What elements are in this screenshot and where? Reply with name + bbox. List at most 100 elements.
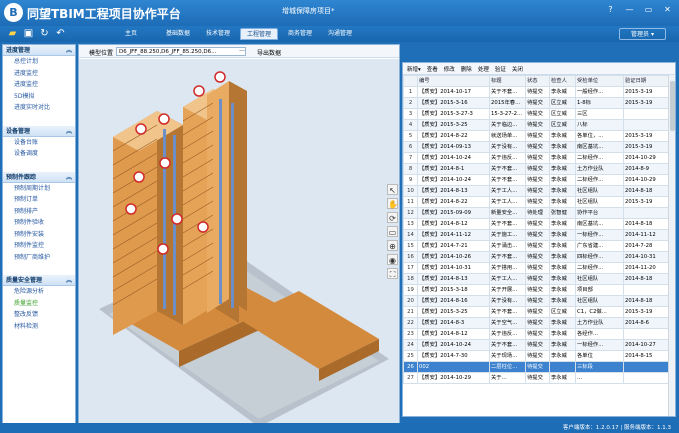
sidebar-group-schedule[interactable]: 进度管理 ︽ xyxy=(3,45,75,56)
table-cell: 待提交 xyxy=(525,141,550,153)
sidebar-item-prefab-order[interactable]: 预制订单 xyxy=(3,194,75,206)
process-button[interactable]: 处理 xyxy=(478,65,489,73)
sidebar-item-prefab-acceptance[interactable]: 预制件验收 xyxy=(3,217,75,229)
table-row[interactable]: 18 【质安】2014-8-13 关于工人... 待提交 李永威 社区组队 2014-8-1… xyxy=(403,273,670,285)
table-row[interactable]: 2 【质安】2015-3-16 2015年春... 待提交 区立威 1-8标 2015-3-… xyxy=(403,97,670,109)
sidebar-item-progress-monitor[interactable]: 进度监控 xyxy=(3,79,75,91)
table-row[interactable]: 26 002 二层柱位... 待提交 三标段 xyxy=(403,361,670,373)
fit-view-icon[interactable]: ⛶ xyxy=(387,268,398,279)
table-row[interactable]: 4 【质安】2015-3-25 关于临边... 待提交 区立威 八标 xyxy=(403,119,670,131)
maximize-button[interactable]: ▭ xyxy=(641,4,656,16)
help-button[interactable]: ? xyxy=(603,4,618,16)
tab-communication-management[interactable]: 沟通管理 xyxy=(322,28,358,40)
column-header-status[interactable]: 状态 xyxy=(525,75,550,87)
sidebar-item-material-test[interactable]: 材料检测 xyxy=(3,321,75,333)
export-data-button[interactable]: 导出数据 xyxy=(257,48,281,57)
table-row[interactable]: 17 【质安】2014-10-31 关于搭用... 待提交 李永威 二标经作... 2014… xyxy=(403,262,670,274)
zoom-icon[interactable]: ⊕ xyxy=(387,240,398,251)
sidebar-item-5d-simulation[interactable]: 5D模拟 xyxy=(3,91,75,103)
edit-button[interactable]: 修改 xyxy=(444,65,455,73)
table-row[interactable]: 20 【质安】2014-8-16 关于没有... 待提交 李永威 社区组队 2014-8-1… xyxy=(403,295,670,307)
ellipsis-icon[interactable]: ··· xyxy=(238,47,246,56)
table-cell: 13 xyxy=(403,218,418,230)
table-cell: 社区组队 xyxy=(575,273,624,285)
hand-pan-icon[interactable]: ✋ xyxy=(387,198,398,209)
tab-business-management[interactable]: 商务管理 xyxy=(282,28,318,40)
orbit-icon[interactable]: ◉ xyxy=(387,254,398,265)
sidebar-item-equipment-ledger[interactable]: 设备台账 xyxy=(3,137,75,149)
admin-user-dropdown[interactable]: 管理员 ▾ xyxy=(619,28,666,40)
save-icon[interactable]: ▣ xyxy=(22,27,35,40)
sidebar-item-hazard-analysis[interactable]: 危险源分析 xyxy=(3,286,75,298)
sidebar-group-quality-safety[interactable]: 质量安全管理 ︽ xyxy=(3,275,75,286)
sidebar-item-quality-monitor[interactable]: 质量监控 xyxy=(3,298,75,310)
refresh-icon[interactable]: ↻ xyxy=(38,27,51,40)
column-header-unit[interactable]: 受检单位 xyxy=(575,75,624,87)
sidebar-item-progress-report[interactable]: 进度监控 xyxy=(3,68,75,80)
rotate-icon[interactable]: ⟳ xyxy=(387,212,398,223)
sidebar-group-equipment[interactable]: 设备管理 ︽ xyxy=(3,125,75,137)
sidebar-item-equipment-dispatch[interactable]: 设备调度 xyxy=(3,148,75,160)
select-arrow-icon[interactable]: ↖ xyxy=(387,184,398,195)
table-cell: 关于不套... xyxy=(489,86,526,98)
table-row[interactable]: 22 【质安】2014-8-3 关于空气... 待提交 李永威 土方作业队 2014-8-6 xyxy=(403,317,670,329)
table-row[interactable]: 12 【质安】2015-09-09 新量安全... 待处理 张智健 协作平台 xyxy=(403,207,670,219)
table-row[interactable]: 13 【质安】2014-8-12 关于不套... 待提交 李永威 南区基坑... 2014-… xyxy=(403,218,670,230)
sidebar-group-prefab-tracking[interactable]: 预制件跟踪 ︽ xyxy=(3,171,75,183)
table-row[interactable]: 19 【质安】2015-3-18 关于开展... 待提交 李永威 项目部 xyxy=(403,284,670,296)
sidebar-item-prefab-scheduling[interactable]: 预制排产 xyxy=(3,206,75,218)
table-cell xyxy=(623,207,670,219)
sidebar-item-prefab-vendor[interactable]: 预制厂商维护 xyxy=(3,252,75,264)
version-info: 客户端版本：1.2.0.17 | 服务端版本：1.1.3 xyxy=(562,425,671,431)
sidebar-item-progress-compare[interactable]: 进度实时对比 xyxy=(3,102,75,114)
column-header-verify-date[interactable]: 验证日期 xyxy=(623,75,670,87)
delete-button[interactable]: 删除 xyxy=(461,65,472,73)
sidebar-item-master-plan[interactable]: 总控计划 xyxy=(3,56,75,68)
table-row[interactable]: 1 【质安】2014-10-17 关于不套... 待提交 李永威 一般经作... 2015-… xyxy=(403,86,670,98)
table-row[interactable]: 15 【质安】2014-7-21 关于涌击... 待提交 李永威 广东省建... 2014-… xyxy=(403,240,670,252)
bim-3d-viewport[interactable] xyxy=(79,59,399,426)
table-row[interactable]: 23 【质安】2014-8-12 关于违反... 待提交 李永威 各经作... xyxy=(403,328,670,340)
table-row[interactable]: 27 【质安】2014-10-29 关于... 待提交 李永威... xyxy=(403,372,670,384)
view-button[interactable]: 查看 xyxy=(427,65,438,73)
verify-button[interactable]: 验证 xyxy=(495,65,506,73)
camera-icon[interactable]: ▭ xyxy=(387,226,398,237)
close-button[interactable]: ✕ xyxy=(660,4,675,16)
table-row[interactable]: 14 【质安】2014-11-12 关于施工... 待提交 李永威 一标经作... 2014… xyxy=(403,229,670,241)
table-cell xyxy=(623,361,670,373)
table-cell: 三区 xyxy=(575,108,624,120)
table-row[interactable]: 5 【质安】2014-8-22 就送场单... 待提交 李永威 各单位，... 2015-3… xyxy=(403,130,670,142)
table-row[interactable]: 9 【质安】2014-10-24 关于不套... 待提交 李永威 二标经作... 2014-… xyxy=(403,174,670,186)
column-header-code[interactable]: 编号 xyxy=(417,75,490,87)
sidebar-item-rectification[interactable]: 整改反馈 xyxy=(3,309,75,321)
sidebar-item-prefab-install[interactable]: 预制件安装 xyxy=(3,229,75,241)
table-row[interactable]: 24 【质安】2014-10-24 关于不套... 待提交 李永威 一标经作... 2014… xyxy=(403,339,670,351)
table-row[interactable]: 6 【质安】2014-09-13 关于没有... 待提交 李永威 南区基坑... 2015-… xyxy=(403,141,670,153)
table-row[interactable]: 16 【质安】2014-10-26 关于不套... 待提交 李永威 四标经作... 2014… xyxy=(403,251,670,263)
table-row[interactable]: 11 【质安】2014-8-22 关于工人... 待提交 李永威 社区组队 2015-3-1… xyxy=(403,196,670,208)
column-header-inspector[interactable]: 检查人 xyxy=(549,75,576,87)
tab-project-management[interactable]: 工程管理 xyxy=(240,28,278,40)
scrollbar-thumb[interactable] xyxy=(670,81,675,131)
column-header-title[interactable]: 标题 xyxy=(489,75,526,87)
add-button[interactable]: 新增▾ xyxy=(407,65,421,73)
tab-basic-data[interactable]: 基础数据 xyxy=(160,28,196,40)
sidebar-item-prefab-monitor[interactable]: 预制件监控 xyxy=(3,240,75,252)
undo-icon[interactable]: ↶ xyxy=(54,27,67,40)
table-row[interactable]: 3 【质安】2015-3-27-3 15-3-27-2... 待提交 区立威 三区 xyxy=(403,108,670,120)
table-row[interactable]: 25 【质安】2014-7-30 关于现场... 待提交 李永威 各单位 2014-8-15 xyxy=(403,350,670,362)
table-scrollbar[interactable] xyxy=(668,75,675,416)
issue-table: 编号 标题 状态 检查人 受检单位 验证日期 1 【质安】2014-10-17 关于… xyxy=(403,75,670,384)
folder-open-icon[interactable]: ▰ xyxy=(6,27,19,40)
model-path-select[interactable]: D6_JFF_88.250,D6_JFF_85.250,D6... xyxy=(116,47,246,56)
table-row[interactable]: 8 【质安】2014-8-1 关于不套... 待提交 李永威 土方作业队 2014-8-9 xyxy=(403,163,670,175)
minimize-button[interactable]: — xyxy=(622,4,637,16)
table-row[interactable]: 10 【质安】2014-8-13 关于工人... 待提交 李永威 社区组队 2014-8-1… xyxy=(403,185,670,197)
sidebar-item-prefab-cycle-plan[interactable]: 预制周期计划 xyxy=(3,183,75,195)
table-row[interactable]: 21 【质安】2015-3-25 关于不套... 待提交 区立威 C1，C2做... 201… xyxy=(403,306,670,318)
tab-tech-management[interactable]: 技术管理 xyxy=(200,28,236,40)
table-row[interactable]: 7 【质安】2014-10-24 关于违反... 待提交 李永威 二标经作... 2014-… xyxy=(403,152,670,164)
tab-home[interactable]: 主页 xyxy=(118,28,144,40)
close-issue-button[interactable]: 关闭 xyxy=(512,65,523,73)
table-cell: 10 xyxy=(403,185,418,197)
